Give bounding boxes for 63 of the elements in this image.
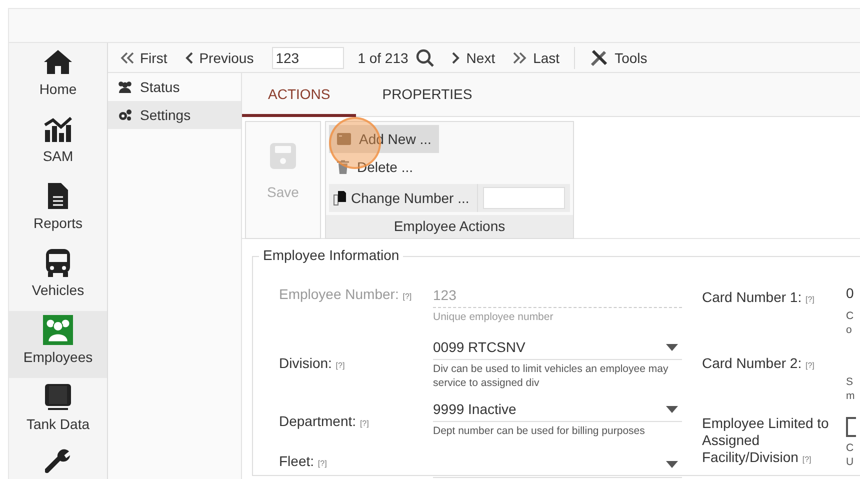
submenu-item[interactable]: Settings xyxy=(108,101,241,129)
wrench-icon xyxy=(45,449,71,473)
field-hint: o xyxy=(846,323,853,337)
field-hint: Dept number can be used for billing purposes xyxy=(433,424,646,438)
section-title: Employee Information xyxy=(259,247,404,263)
next-button[interactable]: Next xyxy=(452,50,496,66)
tank-icon xyxy=(44,382,72,412)
field-label: Employee Number: [?] xyxy=(279,285,413,304)
delete-button[interactable]: Delete ... xyxy=(329,153,422,181)
chart-icon xyxy=(43,114,73,144)
caret-icon xyxy=(666,344,678,350)
field-label: Department: [?] xyxy=(279,412,370,431)
tools-icon xyxy=(588,48,609,68)
input-field[interactable]: 9999 Inactive xyxy=(433,397,682,422)
tab[interactable]: ACTIONS xyxy=(242,73,356,117)
change-number-input[interactable] xyxy=(483,187,566,209)
field-label: Employee Limited to Assigned Facility/Division [?] xyxy=(702,415,830,467)
document-icon xyxy=(47,181,69,211)
field-value: 0 xyxy=(846,284,854,303)
field-label: Card Number 1: [?] xyxy=(702,288,816,307)
double-chevron-right-icon xyxy=(513,52,528,64)
nav-item[interactable]: SAM xyxy=(9,110,107,177)
nav-item[interactable]: Employees xyxy=(9,311,107,378)
trash-icon xyxy=(337,160,349,174)
tools-button[interactable]: Tools xyxy=(588,48,648,68)
field-label: Card Number 2: [?] xyxy=(702,354,816,373)
checkbox[interactable] xyxy=(846,417,856,437)
caret-icon xyxy=(666,406,678,412)
nav-item[interactable]: Tank Data xyxy=(9,378,107,445)
nav-item[interactable]: Vehicles xyxy=(9,244,107,311)
people-icon xyxy=(42,315,74,345)
people-icon xyxy=(118,81,132,93)
caret-icon xyxy=(666,460,678,468)
search-icon[interactable] xyxy=(416,48,434,66)
add-new-button[interactable]: Add New ... xyxy=(329,125,440,153)
double-chevron-left-icon xyxy=(120,52,134,64)
first-button[interactable]: First xyxy=(120,50,168,66)
previous-button[interactable]: Previous xyxy=(185,50,254,66)
field-hint: C xyxy=(846,309,854,323)
field-hint: m xyxy=(846,389,855,403)
window-icon xyxy=(337,133,351,145)
submenu-item[interactable]: Status xyxy=(108,73,241,101)
nav-item[interactable]: Home xyxy=(9,43,107,110)
chevron-right-icon xyxy=(452,52,460,64)
field-hint: Unique employee number xyxy=(433,310,554,324)
copy-icon xyxy=(333,190,347,206)
home-icon xyxy=(43,47,73,77)
bus-icon xyxy=(45,248,71,278)
nav-item[interactable]: Reports xyxy=(9,177,107,244)
field-hint: S xyxy=(846,375,854,389)
record-count: 1 of 213 xyxy=(358,50,408,66)
record-input[interactable]: 123 xyxy=(272,46,344,68)
field-label: Division: [?] xyxy=(279,354,346,373)
field-hint: Div can be used to limit vehicles an employee may service to assigned div xyxy=(433,362,670,390)
input-field[interactable]: 0099 RTCSNV xyxy=(433,335,682,360)
field-hint: U xyxy=(846,455,855,469)
group-label: Employee Actions xyxy=(326,215,573,238)
tab[interactable]: PROPERTIES xyxy=(356,73,498,117)
field-label: Fleet: [?] xyxy=(279,452,328,471)
chevron-left-icon xyxy=(185,52,194,64)
field-hint: C xyxy=(846,441,855,455)
gears-icon xyxy=(118,109,132,121)
last-button[interactable]: Last xyxy=(513,50,560,66)
